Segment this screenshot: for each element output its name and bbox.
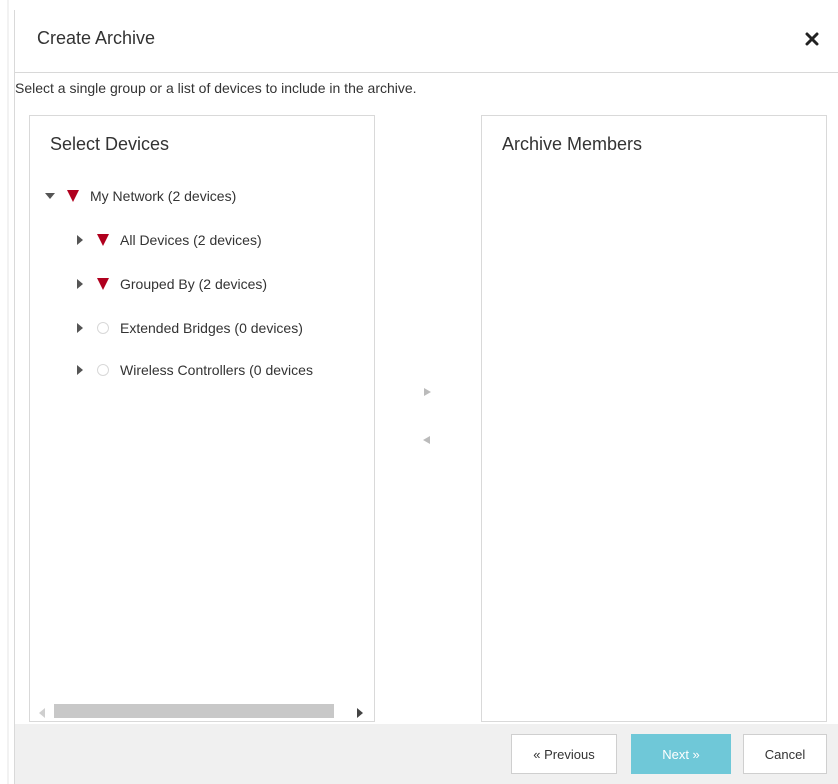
page-edge	[7, 0, 9, 784]
next-button[interactable]: Next »	[631, 734, 731, 774]
tree-node-label: All Devices (2 devices)	[120, 232, 262, 248]
tree-node-all-devices[interactable]: All Devices (2 devices)	[74, 228, 262, 252]
tree-node-my-network[interactable]: My Network (2 devices)	[44, 184, 236, 208]
status-down-icon	[96, 233, 110, 247]
dialog-title: Create Archive	[37, 28, 156, 48]
cancel-button[interactable]: Cancel	[743, 734, 827, 774]
scroll-left-icon[interactable]	[38, 705, 46, 723]
tree-node-label: Grouped By (2 devices)	[120, 276, 268, 292]
tree-node-label: Wireless Controllers (0 devices	[120, 362, 313, 378]
tree-node-label: My Network (2 devices)	[90, 188, 237, 204]
expand-caret-icon[interactable]	[74, 322, 86, 334]
select-devices-title: Select Devices	[50, 134, 170, 154]
scrollbar-thumb[interactable]	[54, 704, 334, 718]
dialog-header: Create Archive	[15, 10, 838, 73]
expand-caret-icon[interactable]	[74, 234, 86, 246]
tree-node-label: Extended Bridges (0 devices)	[120, 320, 303, 336]
scroll-right-icon[interactable]	[356, 705, 364, 723]
dialog-footer: « Previous Next » Cancel	[15, 724, 838, 784]
tree-node-grouped-by[interactable]: Grouped By (2 devices)	[74, 272, 267, 296]
collapse-caret-icon[interactable]	[44, 190, 56, 202]
archive-members-title: Archive Members	[502, 134, 643, 154]
select-devices-panel: Select Devices My Network (2 devices) Al…	[29, 115, 375, 722]
status-unknown-icon	[96, 363, 110, 377]
instructions-text: Select a single group or a list of devic…	[15, 80, 417, 96]
arrow-right-icon[interactable]	[419, 384, 435, 400]
tree-node-extended-bridges[interactable]: Extended Bridges (0 devices)	[74, 316, 303, 340]
status-down-icon	[96, 277, 110, 291]
status-unknown-icon	[96, 321, 110, 335]
previous-button[interactable]: « Previous	[511, 734, 617, 774]
expand-caret-icon[interactable]	[74, 278, 86, 290]
create-archive-dialog: Create Archive Select a single group or …	[14, 10, 838, 784]
close-icon[interactable]	[801, 28, 823, 50]
status-down-icon	[66, 189, 80, 203]
expand-caret-icon[interactable]	[74, 364, 86, 376]
arrow-left-icon[interactable]	[419, 432, 435, 448]
archive-members-panel: Archive Members	[481, 115, 827, 722]
horizontal-scrollbar[interactable]	[30, 699, 374, 721]
tree-node-wireless-controllers[interactable]: Wireless Controllers (0 devices	[74, 358, 313, 382]
